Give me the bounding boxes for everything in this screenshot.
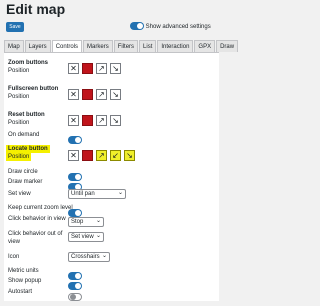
- click-out-view-select[interactable]: Set view: [68, 232, 104, 242]
- icon-label: Icon: [8, 254, 20, 260]
- tab-interaction[interactable]: Interaction: [157, 40, 194, 52]
- keep-zoom-label: Keep current zoom level: [8, 205, 73, 211]
- set-view-label: Set view: [8, 191, 31, 197]
- click-out-view-label: Click behavior out of view: [8, 231, 63, 245]
- draw-circle-label: Draw circle: [8, 169, 38, 175]
- arrow-up-right-icon[interactable]: ↗: [96, 150, 107, 161]
- arrow-down-left-icon[interactable]: ↙: [110, 150, 121, 161]
- metric-units-label: Metric units: [8, 268, 39, 274]
- toggle-switch[interactable]: [130, 22, 144, 31]
- click-in-view-select[interactable]: Stop: [68, 217, 104, 227]
- red-square[interactable]: [82, 89, 93, 100]
- tab-filters[interactable]: Filters: [113, 40, 139, 52]
- tab-list[interactable]: List: [139, 40, 157, 52]
- show-popup-label: Show popup: [8, 278, 42, 284]
- autostart-toggle[interactable]: [68, 288, 82, 306]
- tab-map[interactable]: Map: [4, 40, 24, 52]
- arrow-down-right-icon[interactable]: ↘: [110, 115, 121, 126]
- advanced-settings-label: Show advanced settings: [145, 24, 211, 30]
- arrow-down-right-icon[interactable]: ↘: [110, 89, 121, 100]
- fullscreen-position-label: Position: [8, 94, 30, 100]
- tab-bar: Map Layers Controls Markers Filters List…: [4, 40, 239, 52]
- tab-layers[interactable]: Layers: [24, 40, 51, 52]
- zoom-buttons-heading: Zoom buttons: [8, 60, 48, 66]
- on-demand-toggle[interactable]: [68, 131, 82, 149]
- close-icon[interactable]: ✕: [68, 89, 79, 100]
- set-view-select[interactable]: Until pan: [68, 189, 126, 199]
- tab-gpx[interactable]: GPX: [194, 40, 216, 52]
- tab-markers[interactable]: Markers: [83, 40, 113, 52]
- arrow-down-right-icon[interactable]: ↘: [110, 63, 121, 74]
- icon-select[interactable]: Crosshairs: [68, 252, 110, 262]
- advanced-settings-toggle[interactable]: Show advanced settings: [130, 21, 211, 33]
- tab-controls[interactable]: Controls: [51, 40, 83, 52]
- tab-draw[interactable]: Draw: [216, 40, 239, 52]
- red-square[interactable]: [82, 150, 93, 161]
- reset-position-options: ✕ ↗ ↘: [68, 115, 121, 126]
- on-demand-label: On demand: [8, 132, 40, 138]
- red-square[interactable]: [82, 63, 93, 74]
- zoom-position-options: ✕ ↗ ↘: [68, 63, 121, 74]
- autostart-label: Autostart: [8, 289, 33, 295]
- close-icon[interactable]: ✕: [68, 63, 79, 74]
- red-square[interactable]: [82, 115, 93, 126]
- close-icon[interactable]: ✕: [68, 115, 79, 126]
- page-title: Edit map: [6, 1, 66, 17]
- fullscreen-button-heading: Fullscreen button: [8, 86, 59, 92]
- arrow-up-right-icon[interactable]: ↗: [96, 89, 107, 100]
- locate-position-options: ✕ ↗ ↙ ↘: [68, 150, 135, 161]
- arrow-down-right-icon[interactable]: ↘: [124, 150, 135, 161]
- zoom-position-label: Position: [8, 68, 30, 74]
- arrow-up-right-icon[interactable]: ↗: [96, 63, 107, 74]
- click-in-view-label: Click behavior in view: [8, 216, 66, 222]
- draw-marker-label: Draw marker: [8, 179, 43, 185]
- close-icon[interactable]: ✕: [68, 150, 79, 161]
- locate-button-heading: Locate button: [6, 145, 50, 153]
- fullscreen-position-options: ✕ ↗ ↘: [68, 89, 121, 100]
- toggle-switch[interactable]: [68, 208, 82, 217]
- reset-position-label: Position: [8, 120, 30, 126]
- save-button[interactable]: Save: [6, 22, 24, 32]
- arrow-up-right-icon[interactable]: ↗: [96, 115, 107, 126]
- toggle-switch[interactable]: [68, 135, 82, 144]
- locate-position-label: Position: [6, 153, 32, 161]
- reset-button-heading: Reset button: [8, 112, 45, 118]
